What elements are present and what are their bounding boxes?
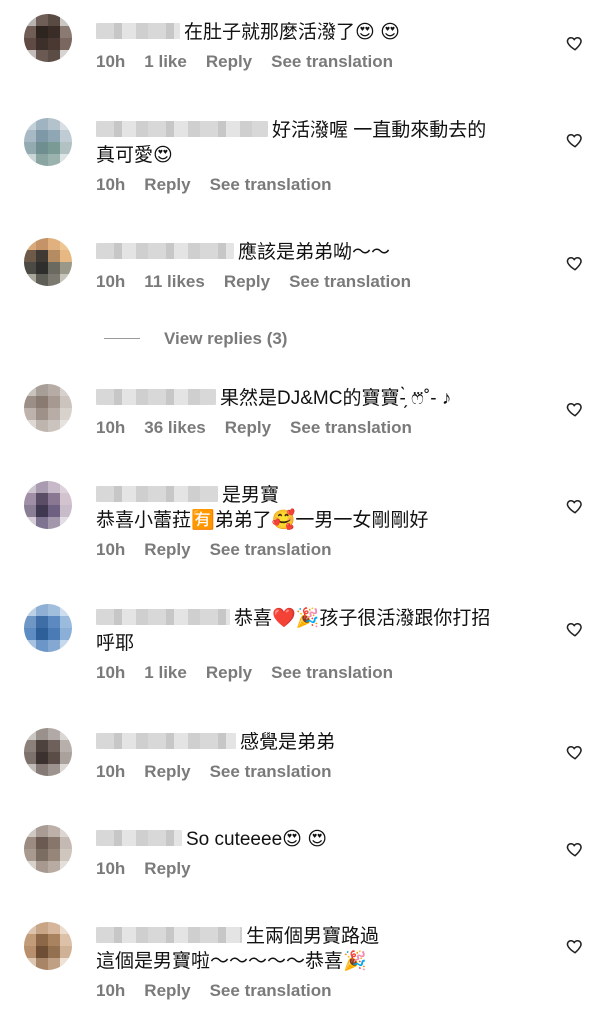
heart-outline-icon[interactable]	[566, 497, 584, 515]
see-translation-link[interactable]: See translation	[210, 981, 332, 1000]
heart-outline-icon[interactable]	[566, 34, 584, 52]
see-translation-link[interactable]: See translation	[271, 52, 393, 71]
comment-likes[interactable]: 1 like	[144, 52, 187, 71]
comment-meta: 10h Reply See translation	[96, 762, 536, 782]
comment-meta: 10h 1 like Reply See translation	[96, 663, 536, 683]
comment-meta: 10h 36 likes Reply See translation	[96, 418, 536, 438]
username-blurred[interactable]	[96, 121, 268, 137]
avatar[interactable]	[24, 384, 72, 432]
heart-outline-icon[interactable]	[566, 840, 584, 858]
reply-button[interactable]: Reply	[224, 272, 270, 291]
username-blurred[interactable]	[96, 243, 234, 259]
comment-text-line: 生兩個男寶路過	[96, 924, 536, 949]
see-translation-link[interactable]: See translation	[210, 175, 332, 194]
comment-text-line: 是男寶	[96, 483, 536, 508]
reply-button[interactable]: Reply	[144, 981, 190, 1000]
username-blurred[interactable]	[96, 23, 180, 39]
reply-button[interactable]: Reply	[225, 418, 271, 437]
heart-outline-icon[interactable]	[566, 937, 584, 955]
heart-outline-icon[interactable]	[566, 131, 584, 149]
comment-time: 10h	[96, 540, 126, 559]
comment-time: 10h	[96, 52, 126, 71]
comment-likes[interactable]: 11 likes	[144, 272, 205, 291]
comment-time: 10h	[96, 418, 126, 437]
comment-text-line: 恭喜❤️🎉孩子很活潑跟你打招	[96, 606, 536, 631]
username-blurred[interactable]	[96, 830, 182, 846]
view-replies-label: View replies (3)	[164, 329, 288, 348]
reply-button[interactable]: Reply	[206, 663, 252, 682]
comment-time: 10h	[96, 981, 126, 1000]
see-translation-link[interactable]: See translation	[210, 540, 332, 559]
see-translation-link[interactable]: See translation	[271, 663, 393, 682]
comment-text-line: 這個是男寶啦～～～～～恭喜🎉	[96, 951, 367, 972]
comment-text-line: 應該是弟弟呦～～	[96, 240, 536, 265]
avatar[interactable]	[24, 238, 72, 286]
username-blurred[interactable]	[96, 927, 242, 943]
avatar[interactable]	[24, 14, 72, 62]
username-blurred[interactable]	[96, 486, 218, 502]
avatar[interactable]	[24, 481, 72, 529]
comment-meta: 10h Reply See translation	[96, 981, 536, 1001]
comment-meta: 10h Reply See translation	[96, 175, 536, 195]
comment-time: 10h	[96, 272, 126, 291]
comment-text-line: 呼耶	[96, 633, 135, 654]
view-replies-divider	[104, 338, 140, 339]
comment-text-line: So cuteeee😍 😍	[96, 827, 536, 852]
comment-text-line: 果然是DJ&MC的寶寶-̗̀ ෆ⃛˚- ♪	[96, 386, 536, 411]
username-blurred[interactable]	[96, 609, 230, 625]
avatar[interactable]	[24, 118, 72, 166]
comment-time: 10h	[96, 859, 126, 878]
comment-meta: 10h Reply	[96, 859, 536, 879]
comment-time: 10h	[96, 175, 126, 194]
reply-button[interactable]: Reply	[144, 540, 190, 559]
comment-text-line: 感覺是弟弟	[96, 730, 536, 755]
comment-likes[interactable]: 36 likes	[144, 418, 205, 437]
comment-meta: 10h 1 like Reply See translation	[96, 52, 536, 72]
comment-likes[interactable]: 1 like	[144, 663, 187, 682]
heart-outline-icon[interactable]	[566, 743, 584, 761]
comment-meta: 10h 11 likes Reply See translation	[96, 272, 536, 292]
see-translation-link[interactable]: See translation	[290, 418, 412, 437]
avatar[interactable]	[24, 604, 72, 652]
comment-meta: 10h Reply See translation	[96, 540, 536, 560]
avatar[interactable]	[24, 728, 72, 776]
reply-button[interactable]: Reply	[144, 859, 190, 878]
username-blurred[interactable]	[96, 733, 236, 749]
see-translation-link[interactable]: See translation	[210, 762, 332, 781]
reply-button[interactable]: Reply	[144, 175, 190, 194]
comment-time: 10h	[96, 663, 126, 682]
username-blurred[interactable]	[96, 389, 216, 405]
comment-text-line: 恭喜小蕾菈🈶弟弟了🥰一男一女剛剛好	[96, 510, 429, 531]
heart-outline-icon[interactable]	[566, 254, 584, 272]
heart-outline-icon[interactable]	[566, 620, 584, 638]
reply-button[interactable]: Reply	[206, 52, 252, 71]
heart-outline-icon[interactable]	[566, 400, 584, 418]
avatar[interactable]	[24, 922, 72, 970]
comment-time: 10h	[96, 762, 126, 781]
comment-text-line: 在肚子就那麼活潑了😍 😍	[96, 20, 536, 45]
reply-button[interactable]: Reply	[144, 762, 190, 781]
see-translation-link[interactable]: See translation	[289, 272, 411, 291]
avatar[interactable]	[24, 825, 72, 873]
view-replies-button[interactable]: View replies (3)	[104, 329, 287, 349]
comment-text-line: 真可愛😍	[96, 145, 173, 166]
comment-text-line: 好活潑喔 一直動來動去的	[96, 118, 536, 143]
